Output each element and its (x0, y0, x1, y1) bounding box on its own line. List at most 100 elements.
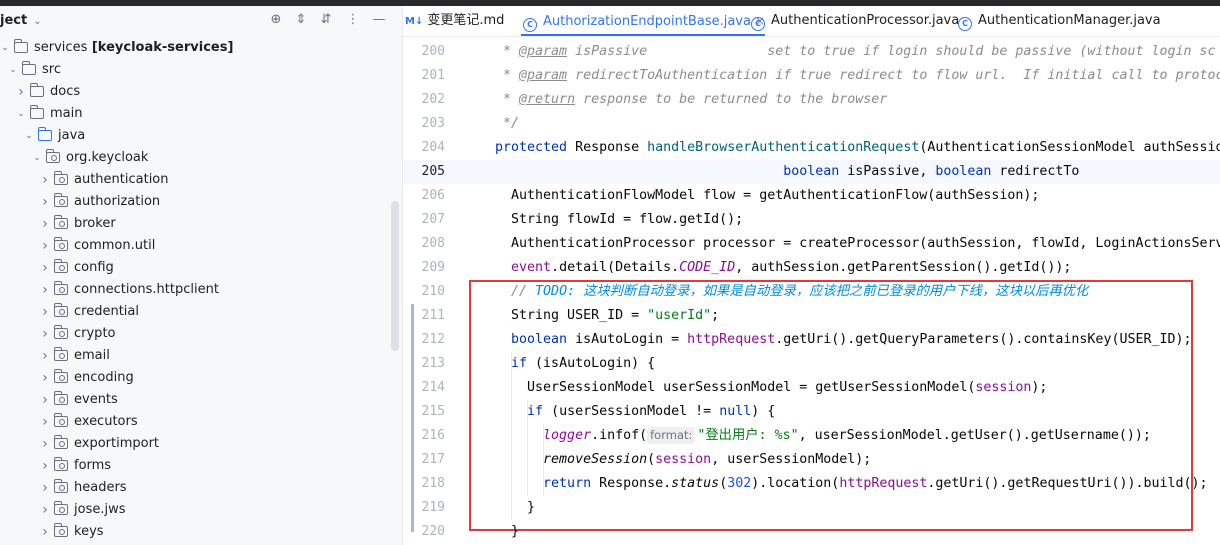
tree-item[interactable]: › executors (0, 411, 390, 433)
tree-item[interactable]: › keys (0, 521, 390, 543)
chevron-down-icon[interactable]: ⌄ (24, 125, 34, 147)
code-line[interactable]: if (isAutoLogin) { (479, 352, 655, 376)
tree-item[interactable]: › encoding (0, 367, 390, 389)
code-line[interactable]: event.detail(Details.CODE_ID, authSessio… (479, 256, 1071, 280)
chevron-right-icon[interactable]: › (16, 81, 26, 103)
chevron-down-icon[interactable]: ⌄ (32, 147, 42, 169)
tree-item[interactable]: ⌄ src (0, 59, 390, 81)
vcs-change-marker[interactable] (411, 304, 414, 532)
tab-1[interactable]: M↓ 变更笔记.md (403, 6, 504, 36)
chevron-down-icon[interactable]: ⌄ (16, 103, 26, 125)
package-dot (59, 265, 65, 271)
tree-item[interactable]: › common.util (0, 235, 390, 257)
tree-item[interactable]: › credential (0, 301, 390, 323)
chevron-right-icon[interactable]: › (40, 323, 50, 345)
package-dot (59, 529, 65, 535)
project-title[interactable]: ject ⌄ (0, 13, 42, 28)
chevron-right-icon[interactable]: › (40, 389, 50, 411)
chevron-right-icon[interactable]: › (40, 301, 50, 323)
line-number-gutter: 200 201 202 203 204 205 206 207 208 209 210 211 212 2… (403, 37, 455, 545)
chevron-right-icon[interactable]: › (40, 257, 50, 279)
code-token: session (655, 452, 712, 467)
code-editor[interactable]: 200 201 202 203 204 205 206 207 208 209 210 211 212 2… (403, 37, 1220, 545)
line-number: 204 (421, 140, 445, 155)
code-line[interactable]: removeSession(session, userSessionModel)… (479, 448, 871, 472)
package-dot (51, 155, 57, 161)
locate-icon[interactable]: ⊕ (268, 12, 284, 28)
tree-item[interactable]: › authorization (0, 191, 390, 213)
chevron-down-icon[interactable]: ⌄ (0, 37, 10, 59)
line-number: 209 (421, 260, 445, 275)
tree-item[interactable]: › docs (0, 81, 390, 103)
tree-item[interactable]: › crypto (0, 323, 390, 345)
code-line[interactable]: } (479, 520, 519, 544)
tree-item[interactable]: › broker (0, 213, 390, 235)
tree-item[interactable]: ⌄ java (0, 125, 390, 147)
project-tree: ⌄ services [keycloak-services] ⌄ src › docs ⌄ m… (0, 37, 390, 543)
package-dot (59, 397, 65, 403)
project-scrollbar[interactable] (391, 201, 399, 351)
code-token: "登出用户: %s" (697, 428, 799, 443)
chevron-right-icon[interactable]: › (40, 521, 50, 543)
tab-3[interactable]: C AuthenticationProcessor.java (749, 6, 959, 36)
tree-item[interactable]: › config (0, 257, 390, 279)
more-options-icon[interactable]: ⋮ (345, 12, 361, 28)
tree-item[interactable]: ⌄ org.keycloak (0, 147, 390, 169)
chevron-right-icon[interactable]: › (40, 213, 50, 235)
hide-panel-icon[interactable]: — (371, 12, 387, 28)
code-line[interactable]: * @param redirectToAuthentication if tru… (479, 64, 1220, 88)
chevron-right-icon[interactable]: › (40, 499, 50, 521)
code-line[interactable]: String USER_ID = "userId"; (479, 304, 719, 328)
code-line[interactable]: // TODO: 这块判断自动登录，如果是自动登录，应该把之前已登录的用户下线，… (479, 280, 1088, 304)
code-line[interactable]: } (479, 496, 535, 520)
chevron-right-icon[interactable]: › (40, 477, 50, 499)
code-line[interactable]: protected Response handleBrowserAuthenti… (479, 136, 1220, 160)
tree-item[interactable]: › jose.jws (0, 499, 390, 521)
tab-2[interactable]: C AuthorizationEndpointBase.java × (521, 6, 766, 36)
expand-all-icon[interactable]: ⇕ (293, 12, 309, 28)
tree-item[interactable]: › headers (0, 477, 390, 499)
tree-item[interactable]: › email (0, 345, 390, 367)
code-line[interactable]: AuthenticationFlowModel flow = getAuthen… (479, 184, 1039, 208)
chevron-right-icon[interactable]: › (40, 411, 50, 433)
chevron-right-icon[interactable]: › (40, 279, 50, 301)
code-line[interactable]: if (userSessionModel != null) { (479, 400, 775, 424)
package-icon (54, 347, 68, 361)
chevron-right-icon[interactable]: › (40, 169, 50, 191)
tree-item[interactable]: ⌄ services [keycloak-services] (0, 37, 390, 59)
tree-item[interactable]: › connections.httpclient (0, 279, 390, 301)
tree-item[interactable]: › forms (0, 455, 390, 477)
chevron-down-icon[interactable]: ⌄ (8, 59, 18, 81)
chevron-right-icon[interactable]: › (40, 367, 50, 389)
code-token: UserSessionModel userSessionModel = getU… (479, 380, 976, 395)
code-token: "userId" (647, 308, 712, 323)
tree-item[interactable]: ⌄ main (0, 103, 390, 125)
code-line[interactable]: AuthenticationProcessor processor = crea… (479, 232, 1220, 256)
chevron-right-icon[interactable]: › (40, 345, 50, 367)
vcs-change-marker[interactable] (411, 520, 414, 532)
tree-item[interactable]: › exportimport (0, 433, 390, 455)
code-token: httpRequest (687, 332, 776, 347)
chevron-down-icon[interactable]: ⌄ (33, 16, 41, 27)
package-dot (59, 419, 65, 425)
chevron-right-icon[interactable]: › (40, 455, 50, 477)
chevron-right-icon[interactable]: › (40, 191, 50, 213)
collapse-all-icon[interactable]: ⇵ (318, 12, 334, 28)
chevron-right-icon[interactable]: › (40, 433, 50, 455)
tab-4[interactable]: C AuthenticationManager.java (956, 6, 1161, 36)
tree-item-label: headers (74, 480, 127, 495)
code-line[interactable]: UserSessionModel userSessionModel = getU… (479, 376, 1047, 400)
code-line[interactable]: * @return response to be returned to the… (479, 88, 887, 112)
code-line[interactable]: boolean isPassive, boolean redirectTo (479, 160, 1079, 184)
tree-item-label: broker (74, 216, 116, 231)
code-token: handleBrowserAuthenticationRequest (647, 140, 920, 155)
code-line[interactable]: boolean isAutoLogin = httpRequest.getUri… (479, 328, 1191, 352)
code-line[interactable]: return Response.status(302).location(htt… (479, 472, 1208, 496)
chevron-right-icon[interactable]: › (40, 235, 50, 257)
code-line[interactable]: logger.infof(format: "登出用户: %s", userSess… (479, 424, 1151, 448)
tree-item[interactable]: › authentication (0, 169, 390, 191)
tree-item[interactable]: › events (0, 389, 390, 411)
code-line[interactable]: String flowId = flow.getId(); (479, 208, 743, 232)
code-line[interactable]: */ (479, 112, 519, 136)
code-line[interactable]: * @param isPassive set to true if login … (479, 40, 1216, 64)
